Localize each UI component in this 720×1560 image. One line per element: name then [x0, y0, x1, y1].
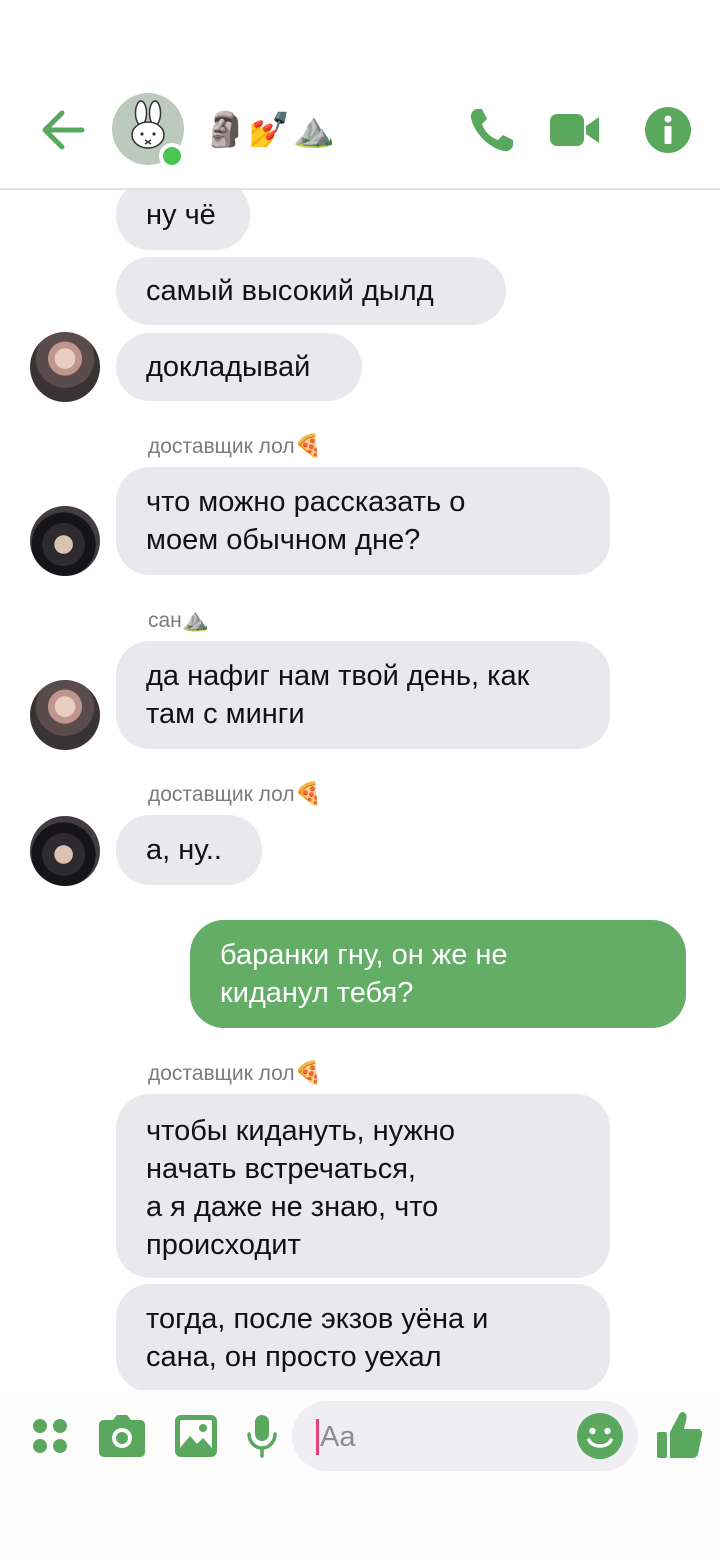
sender-avatar[interactable] [30, 506, 100, 576]
sender-name: доставщик лол🍕 [148, 1060, 322, 1086]
pizza-emoji: 🍕 [294, 781, 323, 806]
pizza-emoji: 🍕 [294, 1060, 323, 1085]
message-bubble-outgoing[interactable]: баранки гну, он же не киданул тебя? [190, 920, 686, 1028]
message-bubble-incoming[interactable]: чтобы кидануть, нужно начать встречаться… [116, 1094, 610, 1278]
camera-icon[interactable] [98, 1414, 146, 1458]
message-input-placeholder: Aa [320, 1421, 356, 1453]
message-bubble-incoming[interactable]: а, ну.. [116, 815, 262, 885]
back-arrow-icon[interactable] [38, 106, 88, 154]
sender-avatar[interactable] [30, 680, 100, 750]
sender-name: доставщик лол🍕 [148, 781, 322, 807]
thumbs-up-icon[interactable] [656, 1410, 704, 1460]
text-caret [316, 1419, 319, 1455]
sender-name-text: доставщик лол [148, 783, 295, 806]
microphone-icon[interactable] [246, 1414, 278, 1458]
message-bubble-incoming[interactable]: тогда, после экзов уёна и сана, он прост… [116, 1284, 610, 1390]
info-icon[interactable] [642, 104, 694, 156]
gallery-icon[interactable] [174, 1414, 218, 1458]
video-camera-icon[interactable] [548, 104, 600, 156]
message-bubble-incoming[interactable]: докладывай [116, 333, 362, 401]
online-status-dot [159, 143, 185, 169]
sender-name-text: сан [148, 609, 182, 632]
message-bubble-incoming[interactable]: что можно рассказать о моем обычном дне? [116, 467, 610, 575]
apps-grid-icon[interactable] [30, 1416, 70, 1456]
message-list[interactable]: ну чё самый высокий дылд докладывай дост… [0, 190, 720, 1390]
message-bubble-incoming[interactable]: ну чё [116, 190, 250, 250]
chat-header: 🗿💅⛰️ [0, 0, 720, 190]
chat-title[interactable]: 🗿💅⛰️ [204, 108, 337, 152]
sender-name-text: доставщик лол [148, 435, 295, 458]
sender-name-text: доставщик лол [148, 1062, 295, 1085]
message-bubble-incoming[interactable]: самый высокий дылд [116, 257, 506, 325]
phone-icon[interactable] [466, 104, 518, 156]
sender-name: доставщик лол🍕 [148, 433, 322, 459]
mountain-emoji: ⛰️ [181, 607, 210, 632]
emoji-icon[interactable] [576, 1412, 624, 1460]
sender-avatar[interactable] [30, 332, 100, 402]
pizza-emoji: 🍕 [294, 433, 323, 458]
message-bubble-incoming[interactable]: да нафиг нам твой день, как там с минги [116, 641, 610, 749]
sender-avatar[interactable] [30, 816, 100, 886]
sender-name: сан⛰️ [148, 607, 209, 633]
